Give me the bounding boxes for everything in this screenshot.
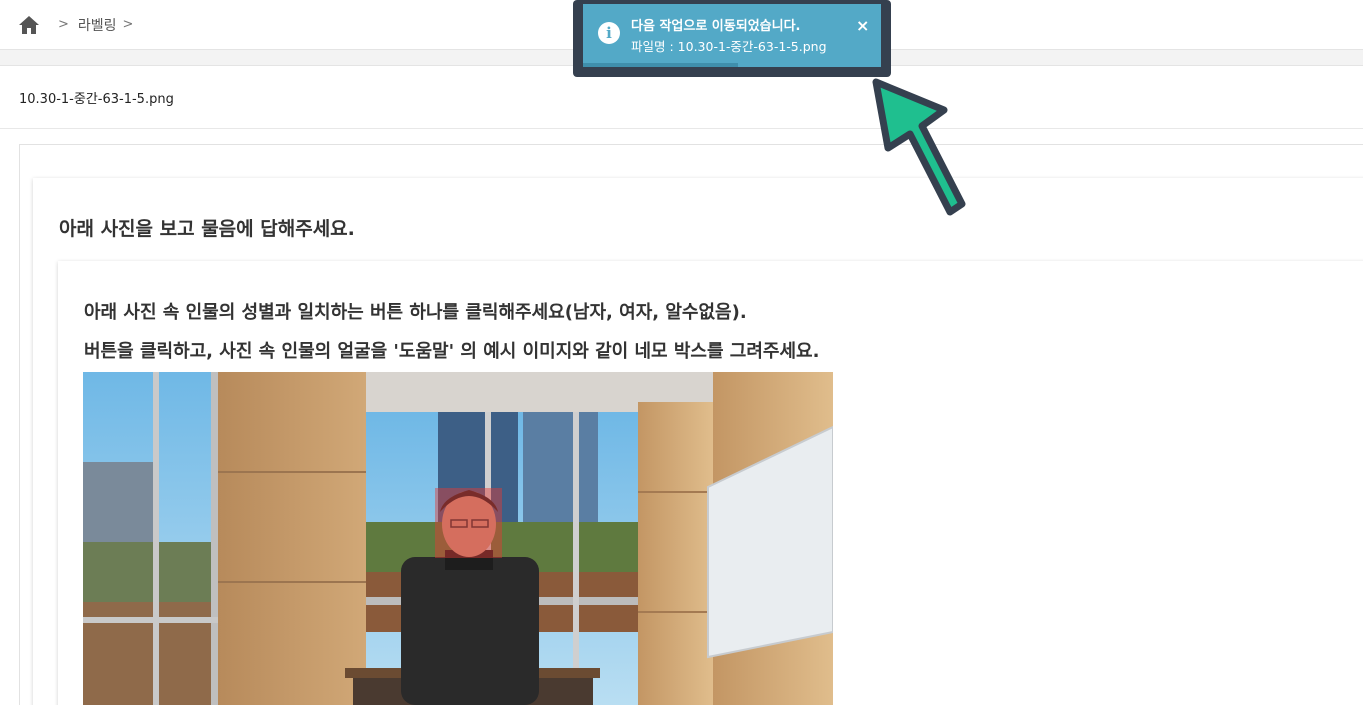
face-bounding-box bbox=[435, 488, 502, 558]
instruction-face-box: 버튼을 클릭하고, 사진 속 인물의 얼굴을 '도움말' 의 예시 이미지와 같… bbox=[84, 341, 820, 362]
info-icon: i bbox=[598, 22, 620, 44]
toast-close-button[interactable]: × bbox=[856, 16, 869, 35]
breadcrumb-separator-trailing: > bbox=[122, 17, 134, 32]
toast-message: 파일명 : 10.30-1-중간-63-1-5.png bbox=[631, 39, 827, 54]
file-name: 10.30-1-중간-63-1-5.png bbox=[19, 92, 174, 107]
toast-title: 다음 작업으로 이동되었습니다. bbox=[631, 19, 801, 34]
toast-progress-bar bbox=[583, 63, 738, 67]
question-title: 아래 사진을 보고 물음에 답해주세요. bbox=[59, 218, 355, 240]
labeling-image[interactable] bbox=[83, 372, 833, 705]
home-icon[interactable] bbox=[18, 15, 40, 35]
annotation-arrow-icon bbox=[872, 78, 966, 216]
breadcrumb-item-labeling[interactable]: 라벨링 bbox=[78, 15, 117, 35]
breadcrumb-separator: > bbox=[58, 17, 69, 32]
instruction-gender: 아래 사진 속 인물의 성별과 일치하는 버튼 하나를 클릭해주세요(남자, 여… bbox=[84, 302, 747, 323]
